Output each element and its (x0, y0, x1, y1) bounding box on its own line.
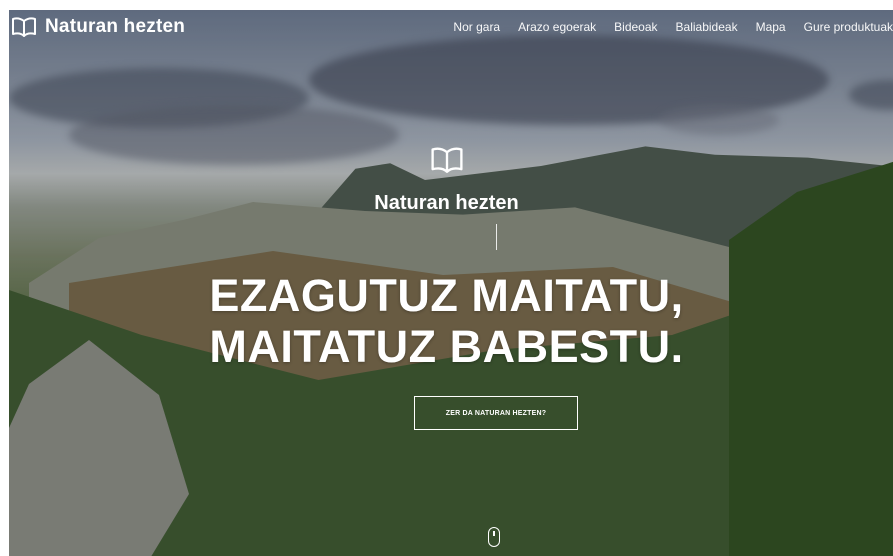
what-is-naturan-hezten-button[interactable]: ZER DA NATURAN HEZTEN? (414, 396, 578, 430)
open-book-icon (430, 147, 463, 173)
brand-name: Naturan hezten (45, 16, 186, 37)
open-book-icon (12, 17, 36, 37)
brand-logo-link[interactable]: Naturan hezten (11, 16, 185, 38)
headline-line-2: MAITATUZ BABESTU. (209, 321, 684, 372)
hero-logo (0, 145, 893, 180)
headline-line-1: EZAGUTUZ MAITATU, (209, 270, 684, 321)
nav-item-gure-produktuak[interactable]: Gure produktuak (804, 20, 893, 34)
nav-item-arazo-egoerak[interactable]: Arazo egoerak (518, 20, 596, 34)
nav-item-baliabideak[interactable]: Baliabideak (676, 20, 738, 34)
nav-item-nor-gara[interactable]: Nor gara (453, 20, 500, 34)
nav-item-mapa[interactable]: Mapa (756, 20, 786, 34)
nav-item-bideoak[interactable]: Bideoak (614, 20, 657, 34)
hero-brand-name: Naturan hezten (374, 192, 519, 214)
hero-headline: EZAGUTUZ MAITATU, MAITATUZ BABESTU. (0, 270, 893, 372)
mouse-scroll-icon[interactable] (488, 527, 500, 547)
top-navigation: Naturan hezten Nor gara Arazo egoerak Bi… (0, 10, 893, 46)
hero-divider (496, 224, 497, 250)
main-menu: Nor gara Arazo egoerak Bideoak Baliabide… (453, 20, 893, 34)
